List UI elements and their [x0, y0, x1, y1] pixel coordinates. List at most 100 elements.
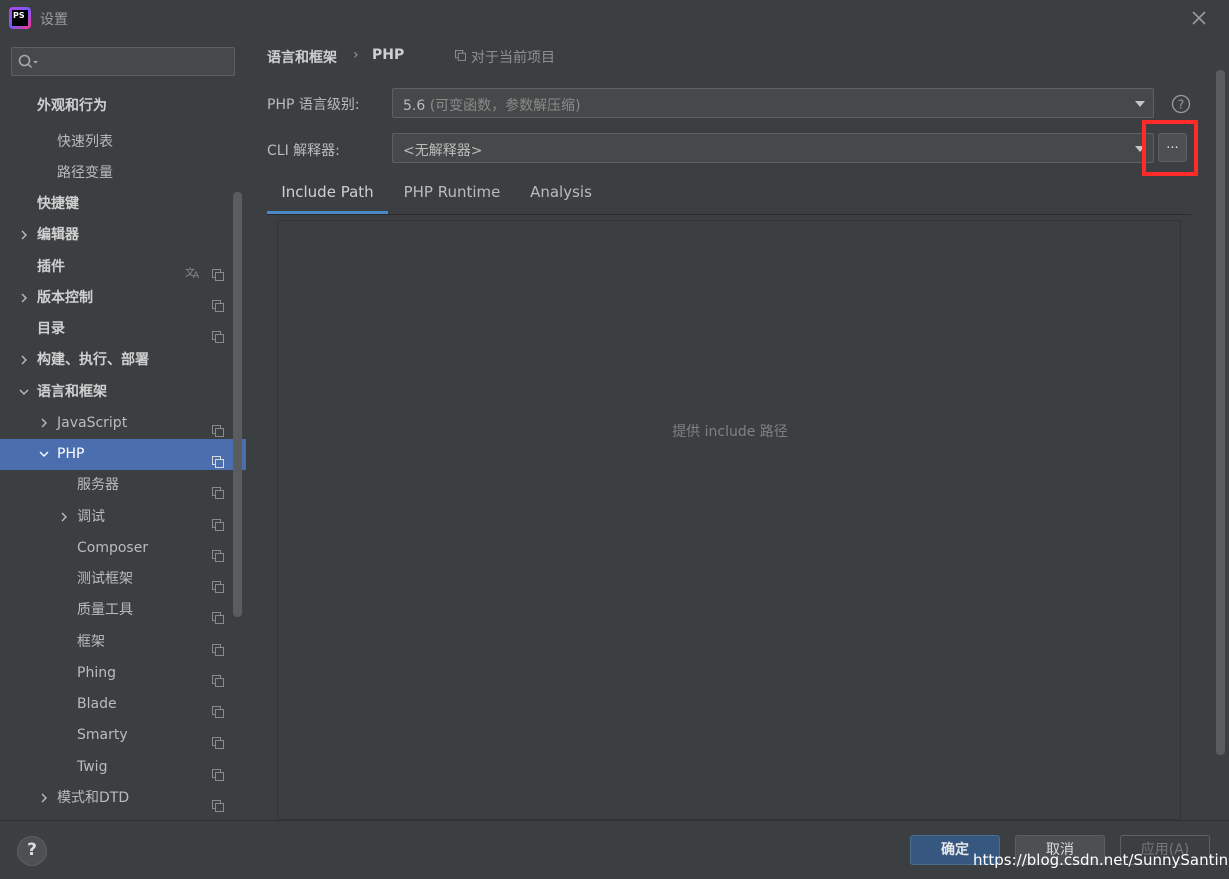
sidebar-item-label: 快捷键	[37, 196, 79, 212]
project-scope-icon	[212, 574, 224, 593]
sidebar-item-15[interactable]: 测试框架	[0, 564, 233, 595]
chevron-right-icon[interactable]	[19, 230, 29, 240]
tab-analysis[interactable]: Analysis	[523, 174, 599, 212]
sidebar-item-label: Smarty	[77, 727, 128, 743]
sidebar-item-label: Composer	[77, 540, 149, 556]
sidebar-item-label: 语言和框架	[37, 384, 107, 400]
sidebar-item-label: 目录	[37, 321, 65, 337]
sidebar-item-3[interactable]: 快捷键	[0, 189, 233, 220]
sidebar-item-12[interactable]: 服务器	[0, 470, 233, 501]
sidebar-item-label: 测试框架	[77, 571, 133, 587]
sidebar-item-4[interactable]: 编辑器	[0, 220, 233, 251]
sidebar-item-label: 编辑器	[37, 227, 79, 243]
project-scope-icon	[212, 699, 224, 718]
sidebar-item-8[interactable]: 构建、执行、部署	[0, 345, 233, 376]
sidebar-item-0[interactable]: 外观和行为	[0, 91, 233, 122]
project-scope-icon	[212, 262, 224, 281]
settings-sidebar: 外观和行为快速列表路径变量快捷键编辑器插件 文 A 版本控制目录构建、执行、部署 语言和…	[0, 36, 246, 820]
window-title: 设置	[40, 12, 68, 28]
sidebar-item-label: 路径变量	[57, 165, 113, 181]
breadcrumb-parent[interactable]: 语言和框架	[267, 47, 337, 67]
sidebar-item-10[interactable]: JavaScript	[0, 408, 233, 439]
project-scope-icon	[212, 512, 224, 531]
settings-main-panel: 语言和框架 › PHP 对于当前项目 PHP 语言级别: 5.6 (可变函数，参…	[246, 36, 1229, 820]
project-scope-icon	[212, 762, 224, 781]
sidebar-item-17[interactable]: 框架	[0, 627, 233, 658]
close-icon[interactable]	[1189, 8, 1209, 28]
sidebar-item-19[interactable]: Blade	[0, 689, 233, 720]
sidebar-item-5[interactable]: 插件 文 A	[0, 252, 233, 283]
phpstorm-logo-icon: PS	[9, 7, 31, 29]
help-icon[interactable]: ?	[1171, 94, 1191, 114]
chevron-right-icon[interactable]	[59, 512, 69, 522]
sidebar-item-label: 插件	[37, 259, 65, 275]
project-scope-icon	[212, 480, 224, 499]
sidebar-item-label: PHP	[57, 446, 85, 462]
chevron-down-icon	[1135, 101, 1145, 107]
sidebar-item-6[interactable]: 版本控制	[0, 283, 233, 314]
sidebar-item-label: 构建、执行、部署	[37, 352, 149, 368]
language-level-hint: (可变函数，参数解压缩)	[429, 98, 581, 114]
project-scope-icon	[212, 543, 224, 562]
sidebar-item-label: JavaScript	[57, 415, 128, 431]
sidebar-item-21[interactable]: Twig	[0, 752, 233, 783]
sidebar-item-1[interactable]: 快速列表	[0, 127, 233, 158]
sidebar-item-label: 框架	[77, 634, 105, 650]
project-scope-icon	[212, 324, 224, 343]
project-scope-icon	[212, 637, 224, 656]
breadcrumb-current: PHP	[372, 47, 405, 63]
sidebar-item-13[interactable]: 调试	[0, 502, 233, 533]
include-path-panel: 提供 include 路径	[277, 220, 1181, 820]
main-scrollbar[interactable]	[1216, 70, 1225, 755]
project-scope-icon	[212, 449, 224, 468]
watermark-text: https://blog.csdn.net/SunnySantino	[973, 851, 1229, 869]
search-icon	[18, 54, 38, 69]
empty-state-text: 提供 include 路径	[672, 424, 788, 440]
language-level-label: PHP 语言级别:	[267, 97, 360, 113]
sidebar-item-7[interactable]: 目录	[0, 314, 233, 345]
chevron-right-icon[interactable]	[19, 355, 29, 365]
sidebar-item-label: 快速列表	[57, 134, 113, 150]
project-scope-icon	[212, 730, 224, 749]
language-level-value: 5.6	[403, 98, 426, 114]
sidebar-item-2[interactable]: 路径变量	[0, 158, 233, 189]
breadcrumb-separator: ›	[353, 47, 359, 63]
cli-interpreter-select[interactable]: <无解释器>	[392, 133, 1154, 163]
help-button[interactable]: ?	[17, 836, 47, 866]
sidebar-item-22[interactable]: 模式和DTD	[0, 783, 233, 814]
chevron-down-icon[interactable]	[19, 387, 29, 397]
dialog-footer: ? 确定 取消 应用(A) https://blog.csdn.net/Sunn…	[0, 820, 1229, 879]
sidebar-item-label: 服务器	[77, 477, 119, 493]
sidebar-item-20[interactable]: Smarty	[0, 720, 233, 751]
chevron-right-icon[interactable]	[19, 293, 29, 303]
chevron-down-icon[interactable]	[39, 449, 49, 459]
tab-bar: Include Path PHP Runtime Analysis	[267, 174, 1191, 215]
search-input[interactable]	[11, 47, 235, 76]
sidebar-scrollbar[interactable]	[233, 192, 242, 617]
sidebar-item-11[interactable]: PHP	[0, 439, 246, 470]
language-level-select[interactable]: 5.6 (可变函数，参数解压缩)	[392, 88, 1154, 118]
sidebar-item-label: Phing	[77, 665, 116, 681]
scope-label: 对于当前项目	[471, 50, 555, 66]
tab-php-runtime[interactable]: PHP Runtime	[397, 174, 507, 212]
chevron-right-icon[interactable]	[39, 793, 49, 803]
cli-interpreter-value: <无解释器>	[403, 143, 483, 159]
sidebar-item-16[interactable]: 质量工具	[0, 595, 233, 626]
annotation-highlight-box	[1142, 120, 1198, 176]
sidebar-item-label: 外观和行为	[37, 98, 107, 114]
sidebar-item-label: 版本控制	[37, 290, 93, 306]
project-scope-icon	[212, 418, 224, 437]
tab-include-path[interactable]: Include Path	[267, 174, 388, 214]
chevron-right-icon[interactable]	[39, 418, 49, 428]
cli-interpreter-label: CLI 解释器:	[267, 143, 340, 159]
project-scope-icon	[212, 605, 224, 624]
project-scope-icon	[212, 793, 224, 812]
project-scope-icon	[212, 293, 224, 312]
translate-icon: 文A	[185, 260, 201, 281]
sidebar-item-9[interactable]: 语言和框架	[0, 377, 233, 408]
sidebar-item-14[interactable]: Composer	[0, 533, 233, 564]
title-bar: PS 设置	[0, 0, 1229, 36]
sidebar-item-label: Blade	[77, 696, 117, 712]
sidebar-item-18[interactable]: Phing	[0, 658, 233, 689]
svg-text:?: ?	[1178, 98, 1184, 112]
